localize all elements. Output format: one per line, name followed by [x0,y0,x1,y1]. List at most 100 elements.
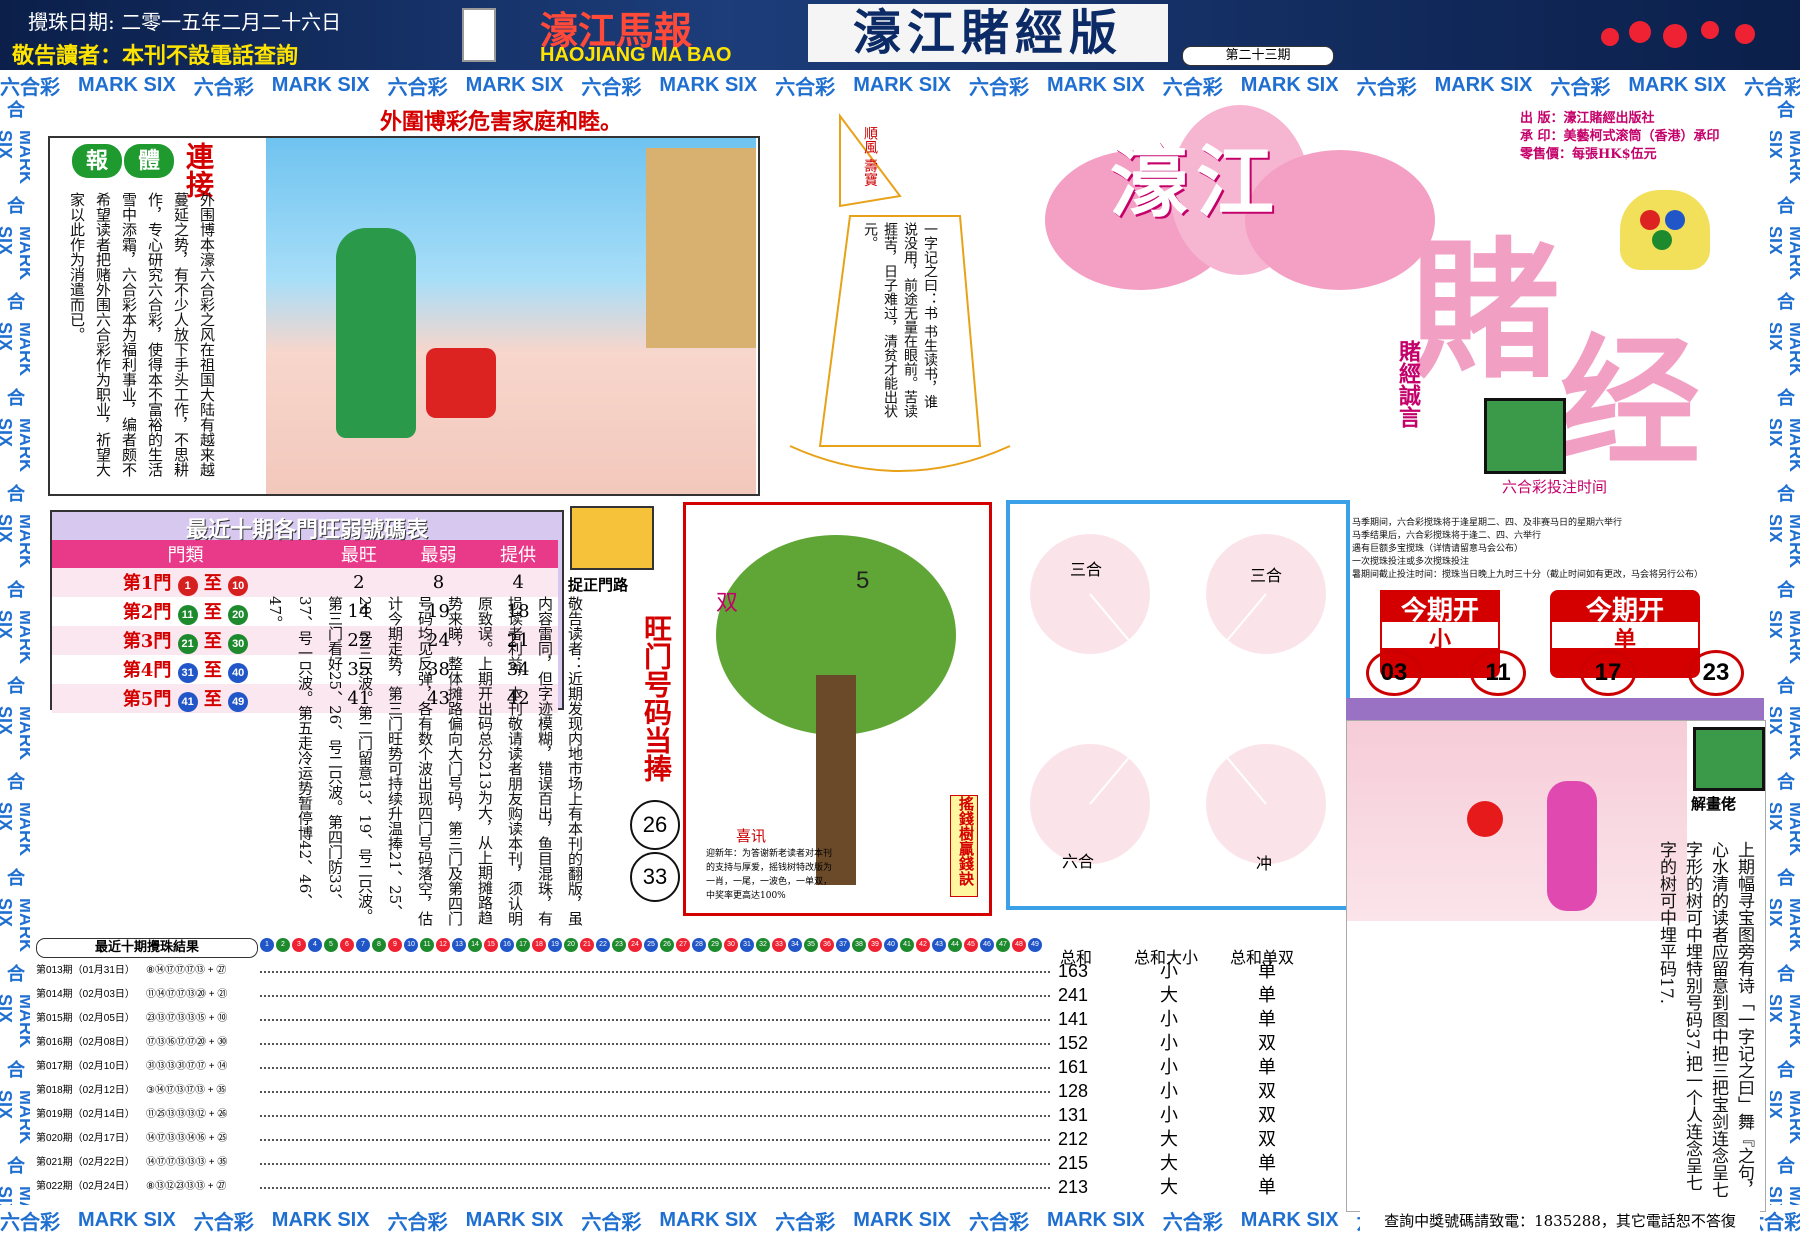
logo-en: HAOJIANG MA BAO [540,44,732,66]
band-text: 六合彩 [581,76,642,99]
result-dotted-line [260,1043,1050,1045]
band-text: MARK SIX [465,1208,564,1231]
band-text: 六合彩 [5,964,25,982]
result-dotted-line [260,1187,1050,1189]
band-text: MARK SIX [1770,994,1800,1048]
band-text: 六合彩 [1775,676,1795,694]
result-sum: 213 [1058,1177,1089,1197]
result-period: 第014期（02月03日） [36,989,135,1000]
result-balls: ㉛⑬⑬㉛⑰⑰ + ⑭ [146,1061,228,1072]
catch-door-notice: 敬告读者：近期发现内地市场上有本刊的翻版，虽内容雷同，但字迹模糊，错误百出，鱼目… [266,596,584,926]
ball-header-1: 1 [260,938,274,952]
band-text: MARK SIX [0,994,30,1048]
ball-header-32: 32 [756,938,770,952]
band-text: MARK SIX [1628,73,1727,96]
band-text: MARK SIX [0,322,30,376]
result-period: 第018期（02月12日） [36,1085,135,1096]
result-period: 第021期（02月22日） [36,1157,135,1168]
explain-panel: 解畫佬 上期幅寻宝图旁有诗「一字记之曰」舞『之句，心水清的读者应留意到图中把三把… [1346,720,1766,1212]
band-text: 六合彩 [5,772,25,790]
band-text: MARK SIX [1770,322,1800,376]
result-oddeven: 双 [1258,1129,1276,1149]
band-text: MARK SIX [1770,1186,1800,1205]
zodiac-label-bl: 六合 [1062,852,1095,871]
money-tree-panel: 双 5 喜讯 迎新年：为答谢新老读者对本刊的支持与厚爱，摇钱树特改版为一肖，一尾… [683,502,992,916]
hand-icon [570,506,654,570]
ball-header-19: 19 [548,938,562,952]
result-sum: 141 [1058,1009,1089,1029]
band-text: MARK SIX [1046,1208,1145,1231]
result-dotted-line [260,995,1050,997]
result-balls: ③⑭⑰⑬⑰⑬ + ㉟ [146,1085,227,1096]
band-text: MARK SIX [0,610,30,664]
band-text: MARK SIX [1240,1208,1339,1231]
result-bigsmall: 大 [1160,1129,1178,1149]
band-text: MARK SIX [1046,73,1145,96]
result-dotted-line [260,1067,1050,1069]
band-text: 六合彩 [1775,388,1795,406]
band-text: MARK SIX [1770,802,1800,856]
pointing-hand-icon [1484,398,1566,474]
zodiac-petals [1030,534,1326,864]
band-text: 六合彩 [1775,964,1795,982]
band-text: MARK SIX [0,1090,30,1144]
col-header: 最弱 [420,545,457,566]
result-oddeven: 单 [1258,961,1276,981]
ball-header-42: 42 [916,938,930,952]
door-label: 第1門 [122,573,172,594]
ball-header-39: 39 [868,938,882,952]
tree-news-title: 喜讯 [736,827,767,845]
catch-door-label: 捉正門路 [568,576,629,594]
result-period: 第015期（02月05日） [36,1013,135,1024]
band-text: MARK SIX [853,73,951,96]
band-text: MARK SIX [0,514,30,568]
cold-cell: 8 [432,572,445,593]
zodiac-panel: 三合 三合 六合 冲 [1006,500,1350,910]
ball-header-10: 10 [404,938,418,952]
result-oddeven: 单 [1258,1153,1276,1173]
zodiac-label-br: 冲 [1256,854,1273,873]
results-grid: 第013期（01月31日） ⑧⑭⑰⑰⑰⑬ + ㉗ 163 小单第014期（02月03日… [36,960,1346,1202]
band-text: 六合彩 [1775,580,1795,598]
band-text: 六合彩 [193,76,254,99]
result-dotted-line [260,971,1050,973]
serial-tag-2: 體 [124,144,174,178]
schedule-list: 马季期间，六合彩搅珠将于逢星期二、四、及非赛马日的星期六举行 马季结果后，六合彩… [1352,517,1704,579]
band-text: MARK SIX [0,226,30,280]
ball-header-14: 14 [468,938,482,952]
result-balls: ⑭⑰⑬⑬⑭⑯ + ㉕ [146,1133,228,1144]
sail-label: 順風 壽寶 [862,126,878,187]
ball-header-49: 49 [1028,938,1042,952]
explain-divider [1346,698,1764,720]
ball-header-20: 20 [564,938,578,952]
tree-left-tag: 双 [716,591,739,616]
band-text: 六合彩 [1744,76,1800,99]
issue-number-4: 23 [1688,650,1744,696]
masthead-char-1: 賭 [1410,223,1561,399]
result-sum: 241 [1058,985,1089,1005]
ingot-icon [1620,190,1710,270]
schedule-title: 六合彩投注时间 [1502,478,1608,496]
col-header: 最旺 [340,545,377,566]
band-text: MARK SIX [1770,898,1800,952]
masthead-char-2: 经 [1560,321,1701,485]
ball-header-17: 17 [516,938,530,952]
ball-header-24: 24 [628,938,642,952]
band-text: MARK SIX [271,73,370,96]
ball-header-16: 16 [500,938,514,952]
issue-number: 第二十三期 [1182,46,1334,66]
result-balls: ㉓⑬⑰⑬⑬⑮ + ⑩ [146,1013,228,1024]
result-sum: 128 [1058,1081,1089,1101]
band-text: 六合彩 [0,76,60,99]
result-sum: 161 [1058,1057,1089,1077]
result-balls: ⑧⑬⑫㉓⑬⑬ + ㉗ [146,1181,227,1192]
ball-header-44: 44 [948,938,962,952]
ball-header-22: 22 [596,938,610,952]
ball-header-18: 18 [532,938,546,952]
ball-header-26: 26 [660,938,674,952]
ball-header-35: 35 [804,938,818,952]
ten-table-row: 第1門 1 至 10 2 8 4 [52,568,558,597]
band-text: MARK SIX [0,706,30,760]
ball-header-48: 48 [1012,938,1026,952]
serial-tag-3: 連接 [182,142,215,198]
